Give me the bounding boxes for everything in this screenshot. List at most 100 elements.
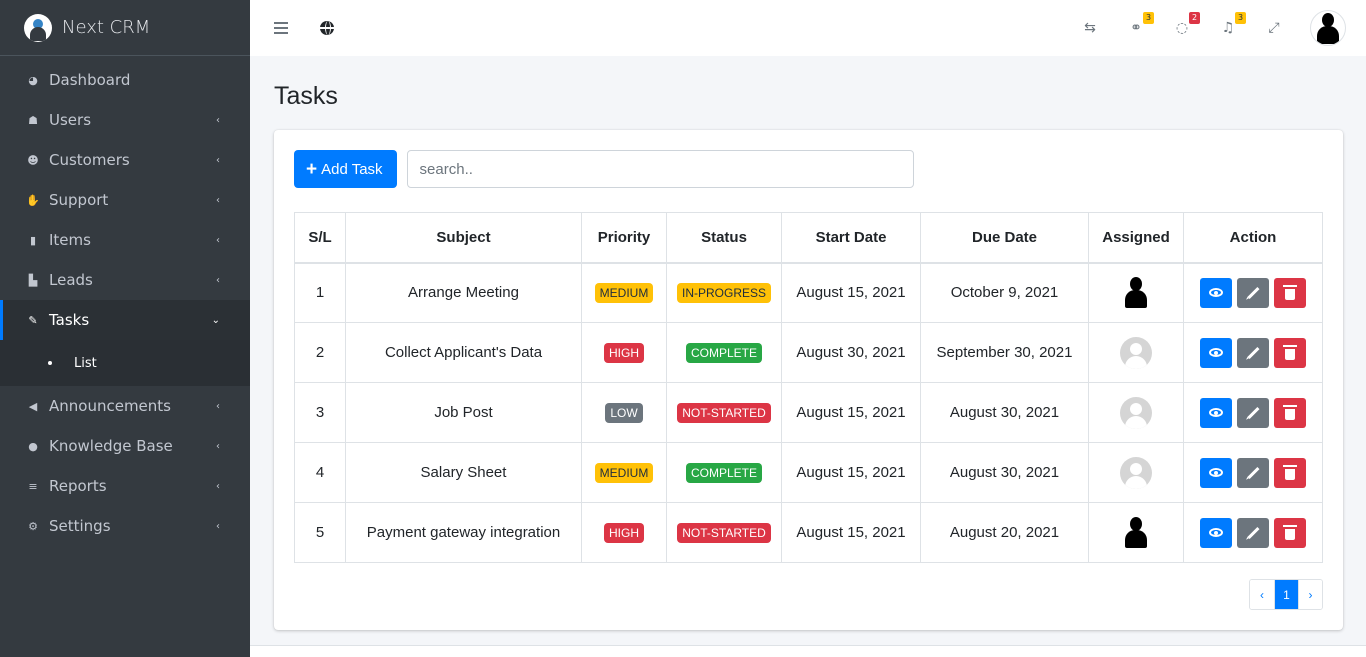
column-header-subject[interactable]: Subject [345,212,582,264]
table-row: 1 Arrange Meeting MEDIUM IN-PROGRESS Aug… [294,262,1323,323]
edit-button[interactable] [1237,397,1269,428]
sidebar-item-label: Dashboard [49,71,131,89]
column-header-due-date[interactable]: Due Date [920,212,1089,264]
avatar-person-icon [1312,13,1344,45]
tasks-card: + Add Task S/L Subject Priority Status S… [274,130,1343,630]
edit-button[interactable] [1237,337,1269,368]
cell-sl: 4 [294,442,346,503]
sidebar-item-customers[interactable]: ☻ Customers ‹ [0,140,250,180]
chevron-left-icon: ‹ [216,194,220,206]
users-group-icon: ☻ [27,153,39,167]
view-button[interactable] [1200,397,1232,428]
view-button[interactable] [1200,337,1232,368]
sidebar-item-label: Leads [49,271,93,289]
sidebar-item-knowledge-base[interactable]: ● Knowledge Base ‹ [0,426,250,466]
cell-status: NOT-STARTED [666,502,782,563]
brand[interactable]: Next CRM [0,0,250,56]
cell-assigned [1088,442,1184,503]
sidebar-item-label: Tasks [49,311,90,329]
brand-name: Next CRM [62,17,151,38]
plus-icon: + [306,158,318,180]
menu-toggle-icon[interactable] [274,22,288,34]
trash-icon [1283,524,1297,540]
view-button[interactable] [1200,277,1232,308]
delete-button[interactable] [1274,457,1306,488]
column-header-sl[interactable]: S/L [294,212,346,264]
support-badge: 3 [1143,12,1154,24]
sidebar-item-label: Users [49,111,92,129]
sidebar-subitem-list[interactable]: List [0,340,250,386]
table-header-row: S/L Subject Priority Status Start Date D… [294,212,1323,264]
sidebar-item-tasks[interactable]: ✎ Tasks ⌄ [0,300,250,340]
sidebar-item-settings[interactable]: ⚙ Settings ‹ [0,506,250,546]
list-icon: ≡ [28,479,38,493]
edit-icon: ✎ [28,313,38,327]
cell-due-date: August 20, 2021 [920,502,1089,563]
pagination-page[interactable]: 1 [1274,580,1298,609]
sidebar-subitem-label: List [74,355,97,371]
bell-icon[interactable]: ♫ 3 [1218,12,1246,36]
table-row: 4 Salary Sheet MEDIUM COMPLETE August 15… [294,442,1323,503]
trash-icon [1283,344,1297,360]
sidebar-item-items[interactable]: ▮ Items ‹ [0,220,250,260]
priority-badge: MEDIUM [594,462,654,483]
messages-icon[interactable]: ◌ 2 [1172,12,1200,36]
edit-button[interactable] [1237,517,1269,548]
toolbar: + Add Task [294,150,914,188]
sidebar-nav: ◕ Dashboard ☗ Users ‹ ☻ Customers ‹ ✋ Su… [0,60,250,546]
view-button[interactable] [1200,457,1232,488]
fullscreen-icon[interactable]: ⤢ [1264,20,1284,36]
sidebar-item-reports[interactable]: ≡ Reports ‹ [0,466,250,506]
column-header-priority[interactable]: Priority [581,212,667,264]
eye-icon [1209,528,1223,537]
column-header-action: Action [1183,212,1323,264]
column-header-assigned[interactable]: Assigned [1088,212,1184,264]
search-input[interactable] [406,150,914,188]
table-row: 3 Job Post LOW NOT-STARTED August 15, 20… [294,382,1323,443]
pencil-icon [1246,286,1260,299]
sidebar-item-leads[interactable]: ▙ Leads ‹ [0,260,250,300]
sidebar-item-support[interactable]: ✋ Support ‹ [0,180,250,220]
cell-status: COMPLETE [666,322,782,383]
column-header-status[interactable]: Status [666,212,782,264]
add-task-button[interactable]: + Add Task [294,150,397,188]
pagination: ‹ 1 › [1249,579,1323,610]
sidebar-item-announcements[interactable]: ◀ Announcements ‹ [0,386,250,426]
globe-icon[interactable] [320,21,334,35]
topbar: ⇆ ⚭ 3 ◌ 2 ♫ 3 ⤢ [250,0,1366,56]
sidebar-item-dashboard[interactable]: ◕ Dashboard [0,60,250,100]
chevron-left-icon: ‹ [216,234,220,246]
trash-icon [1283,404,1297,420]
cell-assigned [1088,502,1184,563]
column-header-start-date[interactable]: Start Date [781,212,921,264]
cell-priority: HIGH [581,502,667,563]
cell-due-date: October 9, 2021 [920,262,1089,323]
sidebar: Next CRM ◕ Dashboard ☗ Users ‹ ☻ Custome… [0,0,250,657]
cell-due-date: September 30, 2021 [920,322,1089,383]
edit-button[interactable] [1237,277,1269,308]
trash-icon [1283,464,1297,480]
cell-subject: Arrange Meeting [345,262,582,323]
delete-button[interactable] [1274,397,1306,428]
delete-button[interactable] [1274,517,1306,548]
language-icon[interactable]: ⇆ [1080,20,1100,36]
eye-icon [1209,468,1223,477]
cell-start-date: August 15, 2021 [781,382,921,443]
cell-sl: 2 [294,322,346,383]
cell-subject: Collect Applicant's Data [345,322,582,383]
delete-button[interactable] [1274,277,1306,308]
bullet-icon [48,361,52,365]
sidebar-item-users[interactable]: ☗ Users ‹ [0,100,250,140]
pagination-next-icon[interactable]: › [1298,580,1322,609]
support-handshake-icon[interactable]: ⚭ 3 [1126,12,1154,36]
view-button[interactable] [1200,517,1232,548]
cell-sl: 1 [294,262,346,323]
delete-button[interactable] [1274,337,1306,368]
priority-badge: HIGH [604,342,644,363]
edit-button[interactable] [1237,457,1269,488]
cell-due-date: August 30, 2021 [920,442,1089,503]
user-avatar[interactable] [1310,10,1346,46]
cell-sl: 3 [294,382,346,443]
pagination-prev-icon[interactable]: ‹ [1250,580,1274,609]
cell-priority: HIGH [581,322,667,383]
